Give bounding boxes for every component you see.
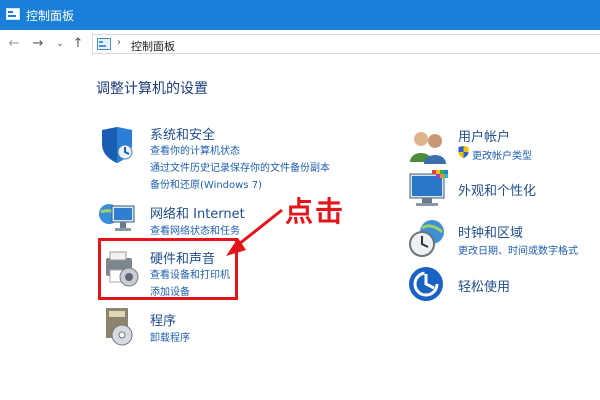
breadcrumb-separator-icon: › bbox=[117, 37, 121, 48]
back-arrow-icon[interactable]: ← bbox=[6, 36, 22, 52]
link-change-account-type[interactable]: 更改帐户类型 bbox=[472, 147, 532, 162]
programs-category-icon[interactable] bbox=[102, 306, 138, 346]
category-title-clock-region[interactable]: 时钟和区域 bbox=[458, 222, 523, 241]
control-panel-icon bbox=[6, 8, 20, 20]
network-category-icon[interactable] bbox=[98, 198, 140, 238]
link-backup-restore[interactable]: 备份和还原(Windows 7) bbox=[150, 176, 262, 191]
shield-icon bbox=[102, 127, 133, 163]
uac-shield-icon bbox=[458, 146, 469, 158]
annotation-label: 点击 bbox=[285, 195, 346, 228]
title-bar: 控制面板 bbox=[0, 0, 600, 30]
highlight-box bbox=[98, 238, 238, 300]
category-title-system-security[interactable]: 系统和安全 bbox=[150, 124, 215, 143]
programs-box-icon bbox=[106, 308, 133, 346]
ease-of-access-category-icon[interactable] bbox=[408, 266, 444, 302]
monitor-palette-icon bbox=[409, 170, 448, 206]
clock-region-category-icon[interactable] bbox=[408, 218, 448, 258]
link-network-status-tasks[interactable]: 查看网络状态和任务 bbox=[150, 222, 240, 237]
breadcrumb-control-panel[interactable]: 控制面板 bbox=[131, 38, 175, 54]
category-title-ease-of-access[interactable]: 轻松使用 bbox=[458, 276, 510, 295]
control-panel-small-icon bbox=[97, 38, 111, 50]
accessibility-icon bbox=[409, 267, 443, 301]
address-bar[interactable]: › 控制面板 bbox=[92, 34, 600, 54]
category-title-network-internet[interactable]: 网络和 Internet bbox=[150, 203, 245, 222]
category-title-programs[interactable]: 程序 bbox=[150, 310, 176, 329]
link-change-date-time-format[interactable]: 更改日期、时间或数字格式 bbox=[458, 242, 578, 257]
category-title-appearance[interactable]: 外观和个性化 bbox=[458, 180, 536, 199]
users-icon bbox=[410, 132, 446, 164]
link-file-history-backup[interactable]: 通过文件历史记录保存你的文件备份副本 bbox=[150, 159, 330, 174]
up-arrow-icon[interactable]: ↑ bbox=[70, 36, 86, 52]
link-uninstall-program[interactable]: 卸载程序 bbox=[150, 329, 190, 344]
category-title-user-accounts[interactable]: 用户帐户 bbox=[458, 126, 510, 145]
chevron-down-icon[interactable]: ⌄ bbox=[52, 36, 68, 52]
forward-arrow-icon[interactable]: → bbox=[30, 36, 46, 52]
clock-globe-icon bbox=[409, 220, 444, 257]
page-title: 调整计算机的设置 bbox=[96, 81, 208, 97]
window-title: 控制面板 bbox=[26, 9, 75, 23]
appearance-category-icon[interactable] bbox=[408, 170, 450, 210]
user-accounts-category-icon[interactable] bbox=[408, 128, 448, 164]
network-globe-icon bbox=[99, 204, 135, 231]
link-view-computer-status[interactable]: 查看你的计算机状态 bbox=[150, 142, 240, 157]
system-security-category-icon[interactable] bbox=[98, 126, 138, 166]
